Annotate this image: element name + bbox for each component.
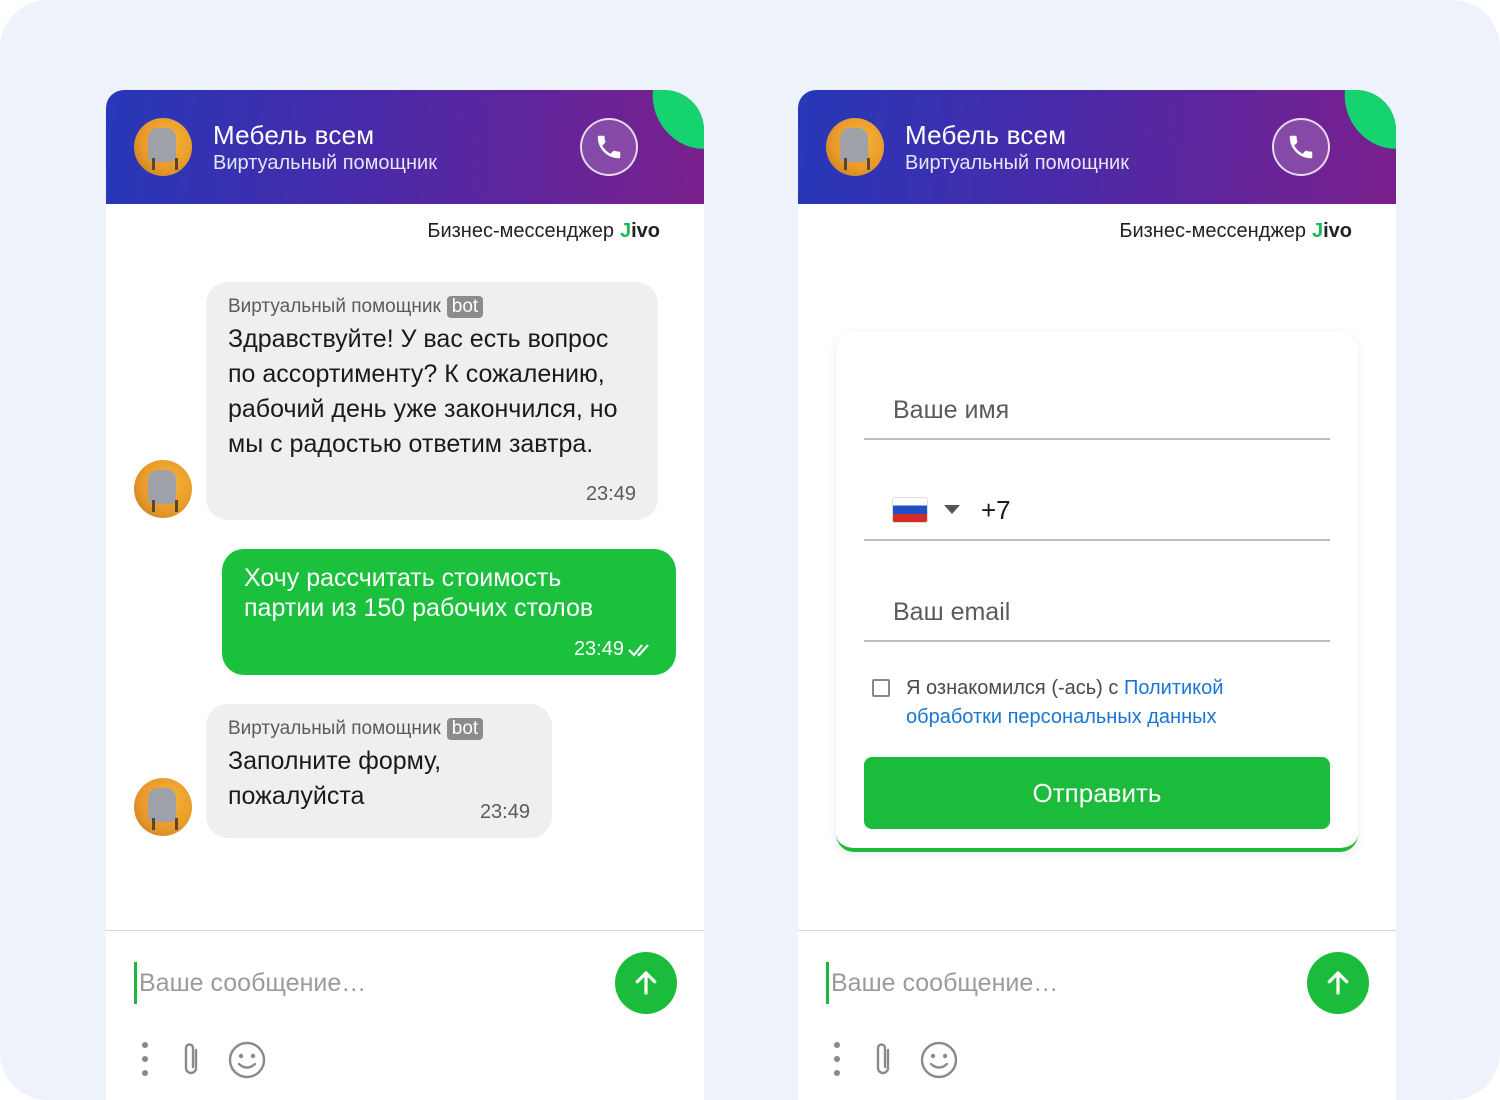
bot-badge: bot [446, 296, 484, 318]
send-button[interactable] [615, 952, 677, 1014]
message-sender: Виртуальный помощник [228, 718, 441, 739]
message-text: Здравствуйте! У вас есть вопрос по ассор… [228, 325, 618, 458]
chevron-down-icon[interactable] [944, 505, 960, 514]
name-placeholder: Ваше имя [893, 396, 1010, 424]
operator-subtitle: Виртуальный помощник [905, 152, 1129, 174]
brand-label: Бизнес-мессенджер [1119, 220, 1306, 242]
phone-icon [1289, 135, 1313, 159]
company-title: Мебель всем [213, 120, 375, 150]
chat-widget-conversation: Мебель всем Виртуальный помощник Бизнес-… [106, 90, 704, 1100]
bot-avatar [134, 460, 192, 518]
call-button[interactable] [580, 118, 638, 176]
chat-header: Мебель всем Виртуальный помощник [106, 90, 704, 204]
double-check-icon [628, 643, 649, 657]
message-time: 23:49 [585, 483, 636, 505]
russia-flag-icon[interactable] [892, 497, 928, 523]
attach-icon[interactable] [178, 1040, 204, 1080]
message-text: Хочу рассчитать стоимость партии из 150 … [244, 564, 594, 622]
message-input[interactable]: Ваше сообщение… [134, 962, 574, 1004]
message-time-row: 23:49 [574, 638, 654, 661]
company-title: Мебель всем [905, 120, 1067, 150]
more-menu-icon[interactable] [140, 1040, 150, 1078]
phone-icon [597, 135, 621, 159]
more-menu-icon[interactable] [832, 1040, 842, 1078]
chat-header: Мебель всем Виртуальный помощник [798, 90, 1396, 204]
consent-row: Я ознакомился (-ась) с Политикой обработ… [872, 674, 1312, 732]
email-placeholder: Ваш email [893, 598, 1011, 626]
brand-line: Бизнес-мессенджер Jivo [106, 220, 660, 243]
consent-text: Я ознакомился (-ась) с Политикой обработ… [906, 677, 1224, 728]
name-field[interactable]: Ваше имя [864, 374, 1330, 440]
operator-subtitle: Виртуальный помощник [213, 152, 437, 174]
operator-avatar [826, 118, 884, 176]
emoji-icon[interactable] [227, 1040, 267, 1080]
emoji-icon[interactable] [919, 1040, 959, 1080]
brand-label: Бизнес-мессенджер [427, 220, 614, 242]
email-field[interactable]: Ваш email [864, 576, 1330, 642]
outgoing-message: Хочу рассчитать стоимость партии из 150 … [222, 549, 676, 675]
phone-country-code: +7 [981, 495, 1011, 525]
incoming-message: Виртуальный помощник bot Здравствуйте! У … [206, 282, 658, 520]
phone-field[interactable]: +7 [864, 475, 1330, 541]
attach-icon[interactable] [870, 1040, 896, 1080]
incoming-message: Виртуальный помощник bot Заполните форму,… [206, 704, 552, 838]
page-background: Мебель всем Виртуальный помощник Бизнес-… [0, 0, 1500, 1100]
header-accent-corner [1327, 90, 1396, 166]
operator-avatar [134, 118, 192, 176]
submit-button[interactable]: Отправить [864, 757, 1330, 829]
composer-divider [798, 930, 1396, 931]
message-input[interactable]: Ваше сообщение… [826, 962, 1266, 1004]
call-button[interactable] [1272, 118, 1330, 176]
arrow-up-icon [635, 971, 657, 995]
send-button[interactable] [1307, 952, 1369, 1014]
jivo-logo[interactable]: Jivo [620, 220, 660, 242]
bot-avatar [134, 778, 192, 836]
header-accent-corner [635, 90, 704, 166]
message-sender: Виртуальный помощник [228, 296, 441, 317]
contact-form: Ваше имя +7 Ваш email Я ознакомился (-ас… [836, 332, 1358, 852]
arrow-up-icon [1327, 971, 1349, 995]
message-text: Заполните форму, пожалуйста [228, 747, 442, 810]
jivo-logo[interactable]: Jivo [1312, 220, 1352, 242]
message-time: 23:49 [479, 801, 530, 823]
consent-checkbox[interactable] [872, 679, 890, 697]
brand-line: Бизнес-мессенджер Jivo [798, 220, 1352, 243]
message-time: 23:49 [573, 638, 624, 660]
bot-badge: bot [446, 718, 484, 740]
composer-divider [106, 930, 704, 931]
chat-widget-contact-form: Мебель всем Виртуальный помощник Бизнес-… [798, 90, 1396, 1100]
